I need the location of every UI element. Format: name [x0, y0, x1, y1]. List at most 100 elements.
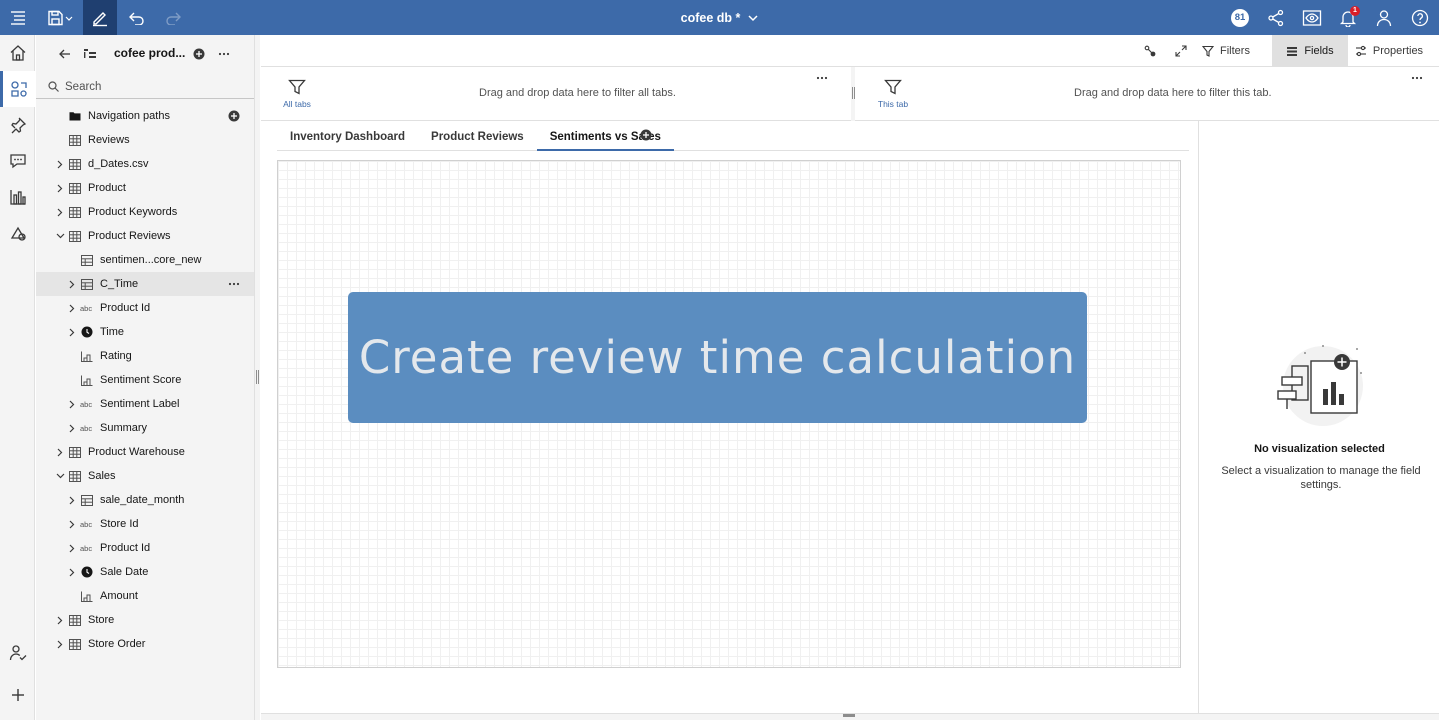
tree-item-label: Sentiment Label — [100, 398, 180, 410]
table-icon — [66, 608, 84, 632]
tree-item-reviews[interactable]: Reviews — [36, 128, 254, 152]
relationships-icon[interactable] — [1138, 35, 1162, 67]
text-widget[interactable]: Create review time calculation — [348, 292, 1087, 423]
add-source-icon[interactable] — [190, 35, 208, 73]
splitter-grip[interactable] — [256, 370, 259, 384]
document-title-text[interactable]: cofee db * — [681, 11, 741, 25]
chevron-right-icon[interactable] — [66, 416, 78, 440]
tree-item-c-time[interactable]: C_Time — [36, 272, 254, 296]
tree-item-sentiment-score[interactable]: Sentiment Score — [36, 368, 254, 392]
tree-item-d-dates-csv[interactable]: d_Dates.csv — [36, 152, 254, 176]
edit-icon[interactable] — [83, 0, 117, 35]
tree-item-label: Amount — [100, 590, 138, 602]
tree-item-summary[interactable]: abc Summary — [36, 416, 254, 440]
user-count-badge[interactable]: 81 — [1222, 0, 1258, 35]
data-panel-title[interactable]: cofee prod... — [114, 46, 185, 60]
chevron-down-icon[interactable] — [54, 464, 66, 488]
undo-icon[interactable] — [119, 0, 155, 35]
add-navigation-path-icon[interactable] — [228, 104, 240, 128]
chevron-right-icon[interactable] — [54, 608, 66, 632]
tree-item-product-id[interactable]: abc Product Id — [36, 296, 254, 320]
back-icon[interactable] — [54, 35, 76, 73]
tree-item-label: Product Reviews — [88, 230, 171, 242]
scrollbar-thumb[interactable] — [843, 714, 855, 717]
tree-item-sentiment-label[interactable]: abc Sentiment Label — [36, 392, 254, 416]
tree-item-sale-date[interactable]: Sale Date — [36, 560, 254, 584]
tree-item-rating[interactable]: Rating — [36, 344, 254, 368]
search-input[interactable] — [65, 80, 245, 93]
tree-item-sales[interactable]: Sales — [36, 464, 254, 488]
pin-icon[interactable] — [0, 107, 35, 143]
comment-icon[interactable] — [0, 143, 35, 179]
tree-item-product-keywords[interactable]: Product Keywords — [36, 200, 254, 224]
all-tabs-filter[interactable]: All tabs — [277, 79, 317, 109]
this-tab-filter[interactable]: This tab — [873, 79, 913, 109]
text-type-icon: abc — [78, 296, 96, 320]
text-type-icon: abc — [78, 536, 96, 560]
tree-item-navigation-paths[interactable]: Navigation paths — [36, 104, 254, 128]
tree-item-time[interactable]: Time — [36, 320, 254, 344]
more-options-icon[interactable] — [214, 35, 234, 73]
chevron-right-icon[interactable] — [66, 512, 78, 536]
chevron-right-icon[interactable] — [66, 536, 78, 560]
this-tab-filter-zone[interactable]: This tab Drag and drop data here to filt… — [857, 67, 1439, 121]
chevron-right-icon[interactable] — [66, 296, 78, 320]
add-icon[interactable] — [0, 677, 35, 713]
table-icon — [66, 440, 84, 464]
chevron-right-icon[interactable] — [54, 632, 66, 656]
user-icon[interactable] — [1366, 0, 1402, 35]
tree-item-product-reviews[interactable]: Product Reviews — [36, 224, 254, 248]
row-more-icon[interactable] — [228, 272, 240, 296]
this-tab-more-icon[interactable] — [1407, 71, 1427, 85]
tree-item-amount[interactable]: Amount — [36, 584, 254, 608]
chevron-right-icon[interactable] — [66, 560, 78, 584]
this-tab-drop-hint: Drag and drop data here to filter this t… — [1074, 87, 1272, 99]
chevron-right-icon[interactable] — [66, 392, 78, 416]
share-icon[interactable] — [1258, 0, 1294, 35]
tab-product-reviews[interactable]: Product Reviews — [418, 125, 537, 151]
chevron-right-icon[interactable] — [66, 272, 78, 296]
tab-inventory-dashboard[interactable]: Inventory Dashboard — [277, 125, 418, 151]
save-icon[interactable] — [40, 0, 80, 35]
collaborate-icon[interactable] — [0, 635, 35, 671]
menu-icon[interactable] — [0, 0, 36, 35]
data-sources-icon[interactable] — [0, 71, 35, 107]
tree-item-sentimen-core-new[interactable]: sentimen...core_new — [36, 248, 254, 272]
chevron-right-icon[interactable] — [54, 440, 66, 464]
tree-item-product-warehouse[interactable]: Product Warehouse — [36, 440, 254, 464]
chevron-down-icon[interactable] — [748, 14, 758, 22]
home-icon[interactable] — [0, 35, 35, 71]
filter-divider-grip[interactable] — [852, 87, 855, 99]
text-type-icon: abc — [78, 416, 96, 440]
tree-item-sale-date-month[interactable]: sale_date_month — [36, 488, 254, 512]
all-tabs-more-icon[interactable] — [812, 71, 832, 85]
preview-icon[interactable] — [1294, 0, 1330, 35]
chevron-right-icon[interactable] — [54, 152, 66, 176]
tree-item-store-id[interactable]: abc Store Id — [36, 512, 254, 536]
all-tabs-filter-zone[interactable]: All tabs Drag and drop data here to filt… — [261, 67, 851, 121]
add-tab-icon[interactable] — [639, 128, 653, 142]
tree-item-store-order[interactable]: Store Order — [36, 632, 254, 656]
chevron-right-icon[interactable] — [54, 176, 66, 200]
search-field — [36, 75, 254, 99]
tree-item-store[interactable]: Store — [36, 608, 254, 632]
tree-item-product[interactable]: Product — [36, 176, 254, 200]
chevron-right-icon[interactable] — [66, 320, 78, 344]
filters-button[interactable]: Filters — [1197, 35, 1255, 67]
fields-button[interactable]: Fields — [1272, 35, 1348, 67]
properties-button[interactable]: Properties — [1349, 35, 1429, 67]
help-icon[interactable] — [1402, 0, 1438, 35]
chevron-down-icon[interactable] — [54, 224, 66, 248]
chart-icon[interactable] — [0, 179, 35, 215]
expand-icon[interactable] — [1169, 35, 1193, 67]
properties-label: Properties — [1372, 45, 1424, 57]
notifications-icon[interactable]: 1 — [1330, 0, 1366, 35]
assistant-icon[interactable] — [0, 215, 35, 251]
chevron-right-icon[interactable] — [54, 200, 66, 224]
tab-sentiments-vs-sales[interactable]: Sentiments vs Sales — [536, 125, 674, 151]
redo-icon[interactable] — [155, 0, 191, 35]
tree-item-product-id[interactable]: abc Product Id — [36, 536, 254, 560]
chevron-right-icon[interactable] — [66, 488, 78, 512]
